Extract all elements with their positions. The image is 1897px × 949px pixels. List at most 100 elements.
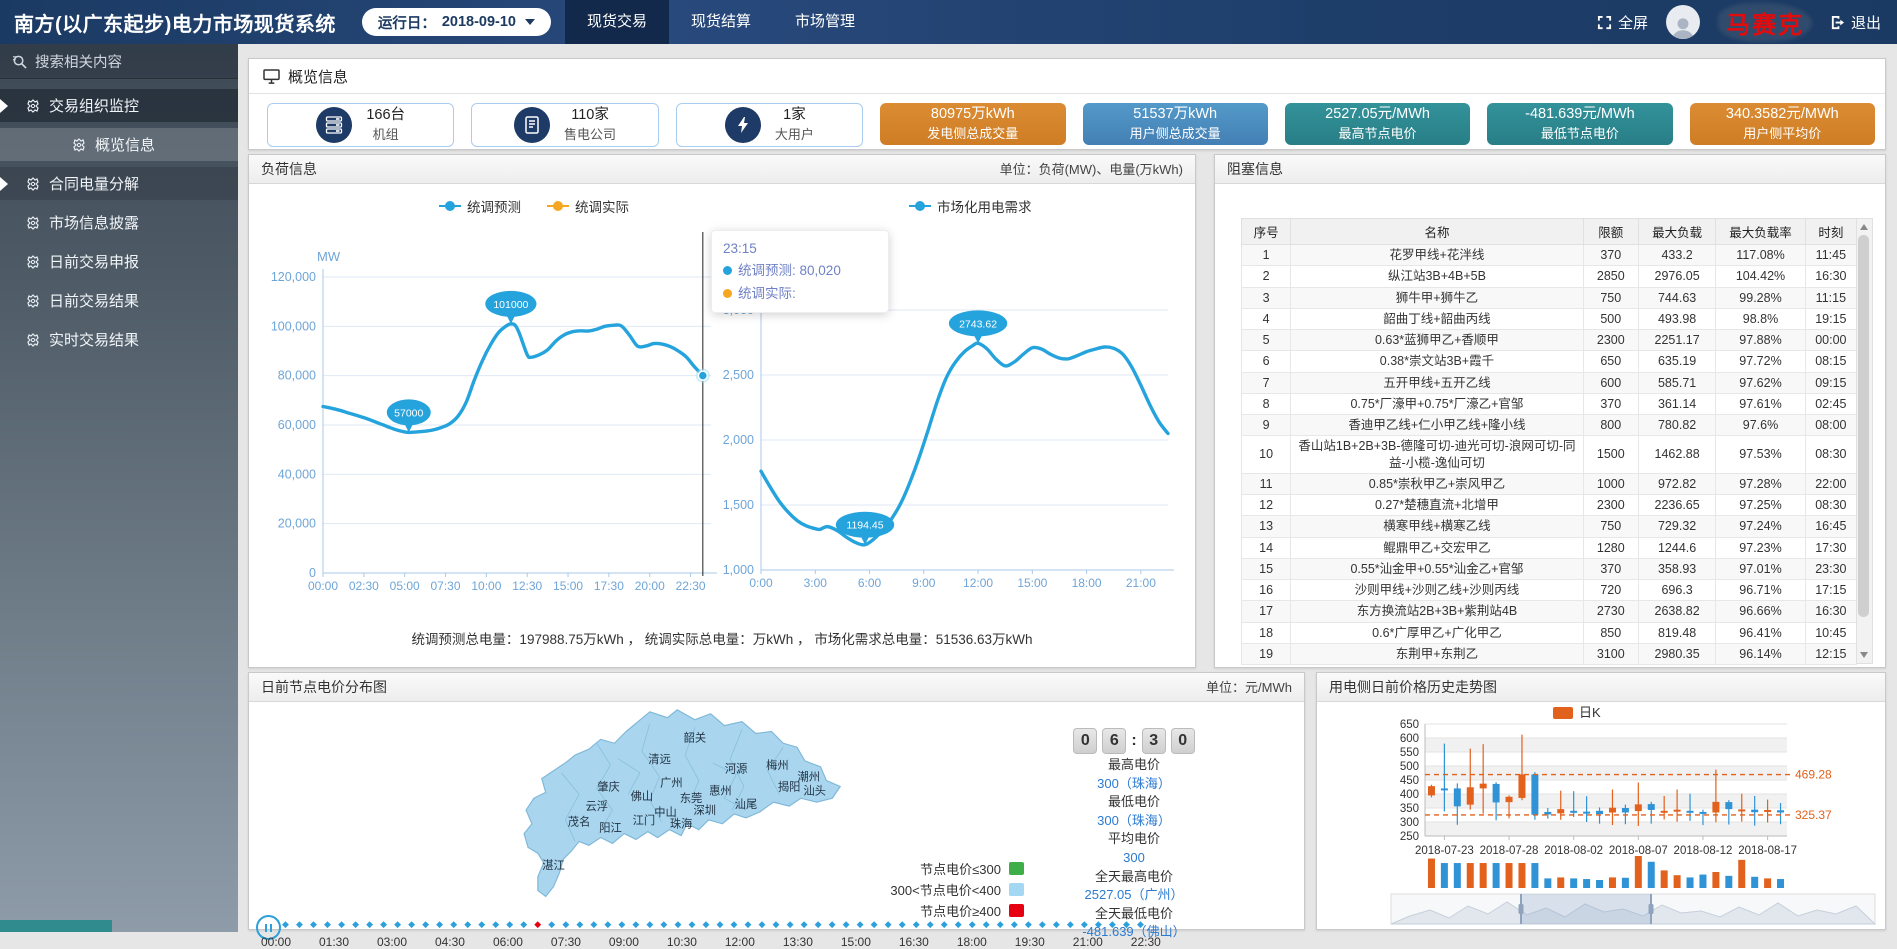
time-slider[interactable]: ◆ ◆ ◆ ◆ ◆ ◆ ◆ ◆ ◆ ◆ ◆ ◆ ◆ ◆ ◆ ◆ ◆ ◆ ◆ ◆ ◆ ◆ ◆ ◆ ◆ ◆ ◆ ◆ ◆ ◆ ◆ ◆ ◆ ◆ ◆ ◆ ◆ ◆ ◆ ◆… [282,917,1144,931]
slider-dot[interactable]: ◆ [1123,917,1130,931]
slider-dot[interactable]: ◆ [436,917,443,931]
slider-dot[interactable]: ◆ [969,917,976,931]
slider-dot[interactable]: ◆ [716,917,723,931]
sidebar-item-3[interactable]: 市场信息披露 [0,206,238,239]
stat-value[interactable]: 300 [1039,849,1229,868]
table-row[interactable]: 60.38*崇文站3B+霞千650635.1997.72%08:15 [1242,351,1857,372]
table-row[interactable]: 150.55*汕金甲+0.55*汕金乙+官邹370358.9397.01%23:… [1242,558,1857,579]
table-row[interactable]: 19东荆甲+东荆乙31002980.3596.14%12:15 [1242,643,1857,664]
slider-dot[interactable]: ◆ [927,917,934,931]
slider-dot[interactable]: ◆ [1137,917,1144,931]
slider-dot[interactable]: ◆ [688,917,695,931]
slider-dot[interactable]: ◆ [955,917,962,931]
slider-dot[interactable]: ◆ [731,917,738,931]
candle[interactable] [1725,800,1732,824]
table-row[interactable]: 13横寒甲线+横寒乙线750729.3297.24%16:45 [1242,516,1857,537]
nav-tab-0[interactable]: 现货交易 [565,0,669,44]
stat-card-2[interactable]: 1家大用户 [676,103,863,147]
stat-card-6[interactable]: -481.639元/MWh最低节点电价 [1487,103,1672,145]
nav-tab-1[interactable]: 现货结算 [669,0,773,44]
slider-dot[interactable]: ◆ [338,917,345,931]
stat-card-7[interactable]: 340.3582元/MWh用户侧平均价 [1690,103,1875,145]
slider-dot[interactable]: ◆ [787,917,794,931]
scroll-up-icon[interactable] [1860,224,1868,230]
slider-dot[interactable]: ◆ [983,917,990,931]
candle[interactable] [1531,772,1538,820]
slider-dot[interactable]: ◆ [702,917,709,931]
slider-dot[interactable]: ◆ [1095,917,1102,931]
slider-dot[interactable]: ◆ [801,917,808,931]
slider-dot[interactable]: ◆ [632,917,639,931]
table-row[interactable]: 50.63*蓝狮甲乙+香顺甲23002251.1797.88%00:00 [1242,330,1857,351]
table-row[interactable]: 16沙则甲线+沙则乙线+沙则丙线720696.396.71%17:15 [1242,580,1857,601]
slider-dot[interactable]: ◆ [759,917,766,931]
stat-card-5[interactable]: 2527.05元/MWh最高节点电价 [1285,103,1470,145]
slider-dot[interactable]: ◆ [857,917,864,931]
candle-legend-swatch[interactable] [1553,707,1573,719]
slider-dot[interactable]: ◆ [478,917,485,931]
sidebar-item-5[interactable]: 日前交易结果 [0,284,238,317]
slider-dot[interactable]: ◆ [604,917,611,931]
slider-dot[interactable]: ◆ [773,917,780,931]
slider-dot[interactable]: ◆ [366,917,373,931]
table-row[interactable]: 2纵江站3B+4B+5B28502976.05104.42%16:30 [1242,266,1857,287]
slider-dot[interactable]: ◆ [394,917,401,931]
slider-dot[interactable]: ◆ [1081,917,1088,931]
stat-card-1[interactable]: 110家售电公司 [471,103,658,147]
slider-dot[interactable]: ◆ [576,917,583,931]
slider-dot[interactable]: ◆ [282,917,289,931]
sidebar-item-1[interactable]: 概览信息 [0,128,238,161]
navigator-brush[interactable] [1521,894,1651,924]
slider-dot[interactable]: ◆ [899,917,906,931]
table-row[interactable]: 80.75*厂濠甲+0.75*厂濠乙+官邹370361.1497.61%02:4… [1242,393,1857,414]
slider-dot[interactable]: ◆ [941,917,948,931]
slider-dot[interactable]: ◆ [660,917,667,931]
slider-dot[interactable]: ◆ [562,917,569,931]
table-row[interactable]: 9香迪甲乙线+仁小甲乙线+隆小线800780.8297.6%08:00 [1242,415,1857,436]
slider-dot[interactable]: ◆ [422,917,429,931]
slider-dot[interactable]: ◆ [450,917,457,931]
table-row[interactable]: 7五开甲线+五开乙线600585.7197.62%09:15 [1242,372,1857,393]
slider-dot[interactable]: ◆ [885,917,892,931]
logout-button[interactable]: 退出 [1830,12,1881,33]
table-row[interactable]: 4韶曲丁线+韶曲丙线500493.9898.8%19:15 [1242,308,1857,329]
slider-dot[interactable]: ◆ [408,917,415,931]
slider-dot[interactable]: ◆ [674,917,681,931]
slider-dot[interactable]: ◆ [1067,917,1074,931]
slider-dot[interactable]: ◆ [618,917,625,931]
scrollbar-thumb[interactable] [1858,235,1869,617]
table-row[interactable]: 120.27*楚穗直流+北增甲23002236.6597.25%08:30 [1242,495,1857,516]
slider-dot[interactable]: ◆ [506,917,513,931]
slider-dot[interactable]: ◆ [324,917,331,931]
run-date-select[interactable]: 运行日： 2018-09-10 [362,8,551,36]
scroll-down-icon[interactable] [1860,652,1868,658]
table-row[interactable]: 110.85*崇秋甲乙+崇风甲乙1000972.8297.28%22:00 [1242,473,1857,494]
slider-dot[interactable]: ◆ [548,917,555,931]
stat-value[interactable]: 2527.05（广州） [1039,886,1229,905]
table-row[interactable]: 10香山站1B+2B+3B-德隆可切-迪光可切-浪网可切-同益-小榄-逸仙可切1… [1242,436,1857,474]
slider-dot[interactable]: ◆ [871,917,878,931]
table-row[interactable]: 14鲲鼎甲乙+交宏甲乙12801244.697.23%17:30 [1242,537,1857,558]
slider-dot[interactable]: ◆ [380,917,387,931]
candle[interactable] [1648,802,1655,824]
brush-handle-grip[interactable] [1519,904,1524,914]
stat-value[interactable]: 300（珠海） [1039,812,1229,831]
table-row[interactable]: 3狮牛甲+狮牛乙750744.6399.28%11:15 [1242,287,1857,308]
avatar[interactable] [1666,5,1700,39]
slider-dot[interactable]: ◆ [1109,917,1116,931]
slider-dot[interactable]: ◆ [534,917,541,931]
slider-dot[interactable]: ◆ [1011,917,1018,931]
slider-dot[interactable]: ◆ [829,917,836,931]
slider-dot[interactable]: ◆ [1039,917,1046,931]
slider-dot[interactable]: ◆ [1025,917,1032,931]
slider-dot[interactable]: ◆ [646,917,653,931]
sidebar-item-0[interactable]: 交易组织监控 [0,89,238,122]
stat-card-0[interactable]: 166台机组 [267,103,454,147]
candle[interactable] [1454,783,1461,824]
slider-dot[interactable]: ◆ [464,917,471,931]
table-row[interactable]: 17东方换流站2B+3B+紫荆站4B27302638.8296.66%16:30 [1242,601,1857,622]
slider-dot[interactable]: ◆ [815,917,822,931]
table-row[interactable]: 180.6*广厚甲乙+广化甲乙850819.4896.41%10:45 [1242,622,1857,643]
slider-dot[interactable]: ◆ [745,917,752,931]
stat-value[interactable]: 300（珠海） [1039,775,1229,794]
